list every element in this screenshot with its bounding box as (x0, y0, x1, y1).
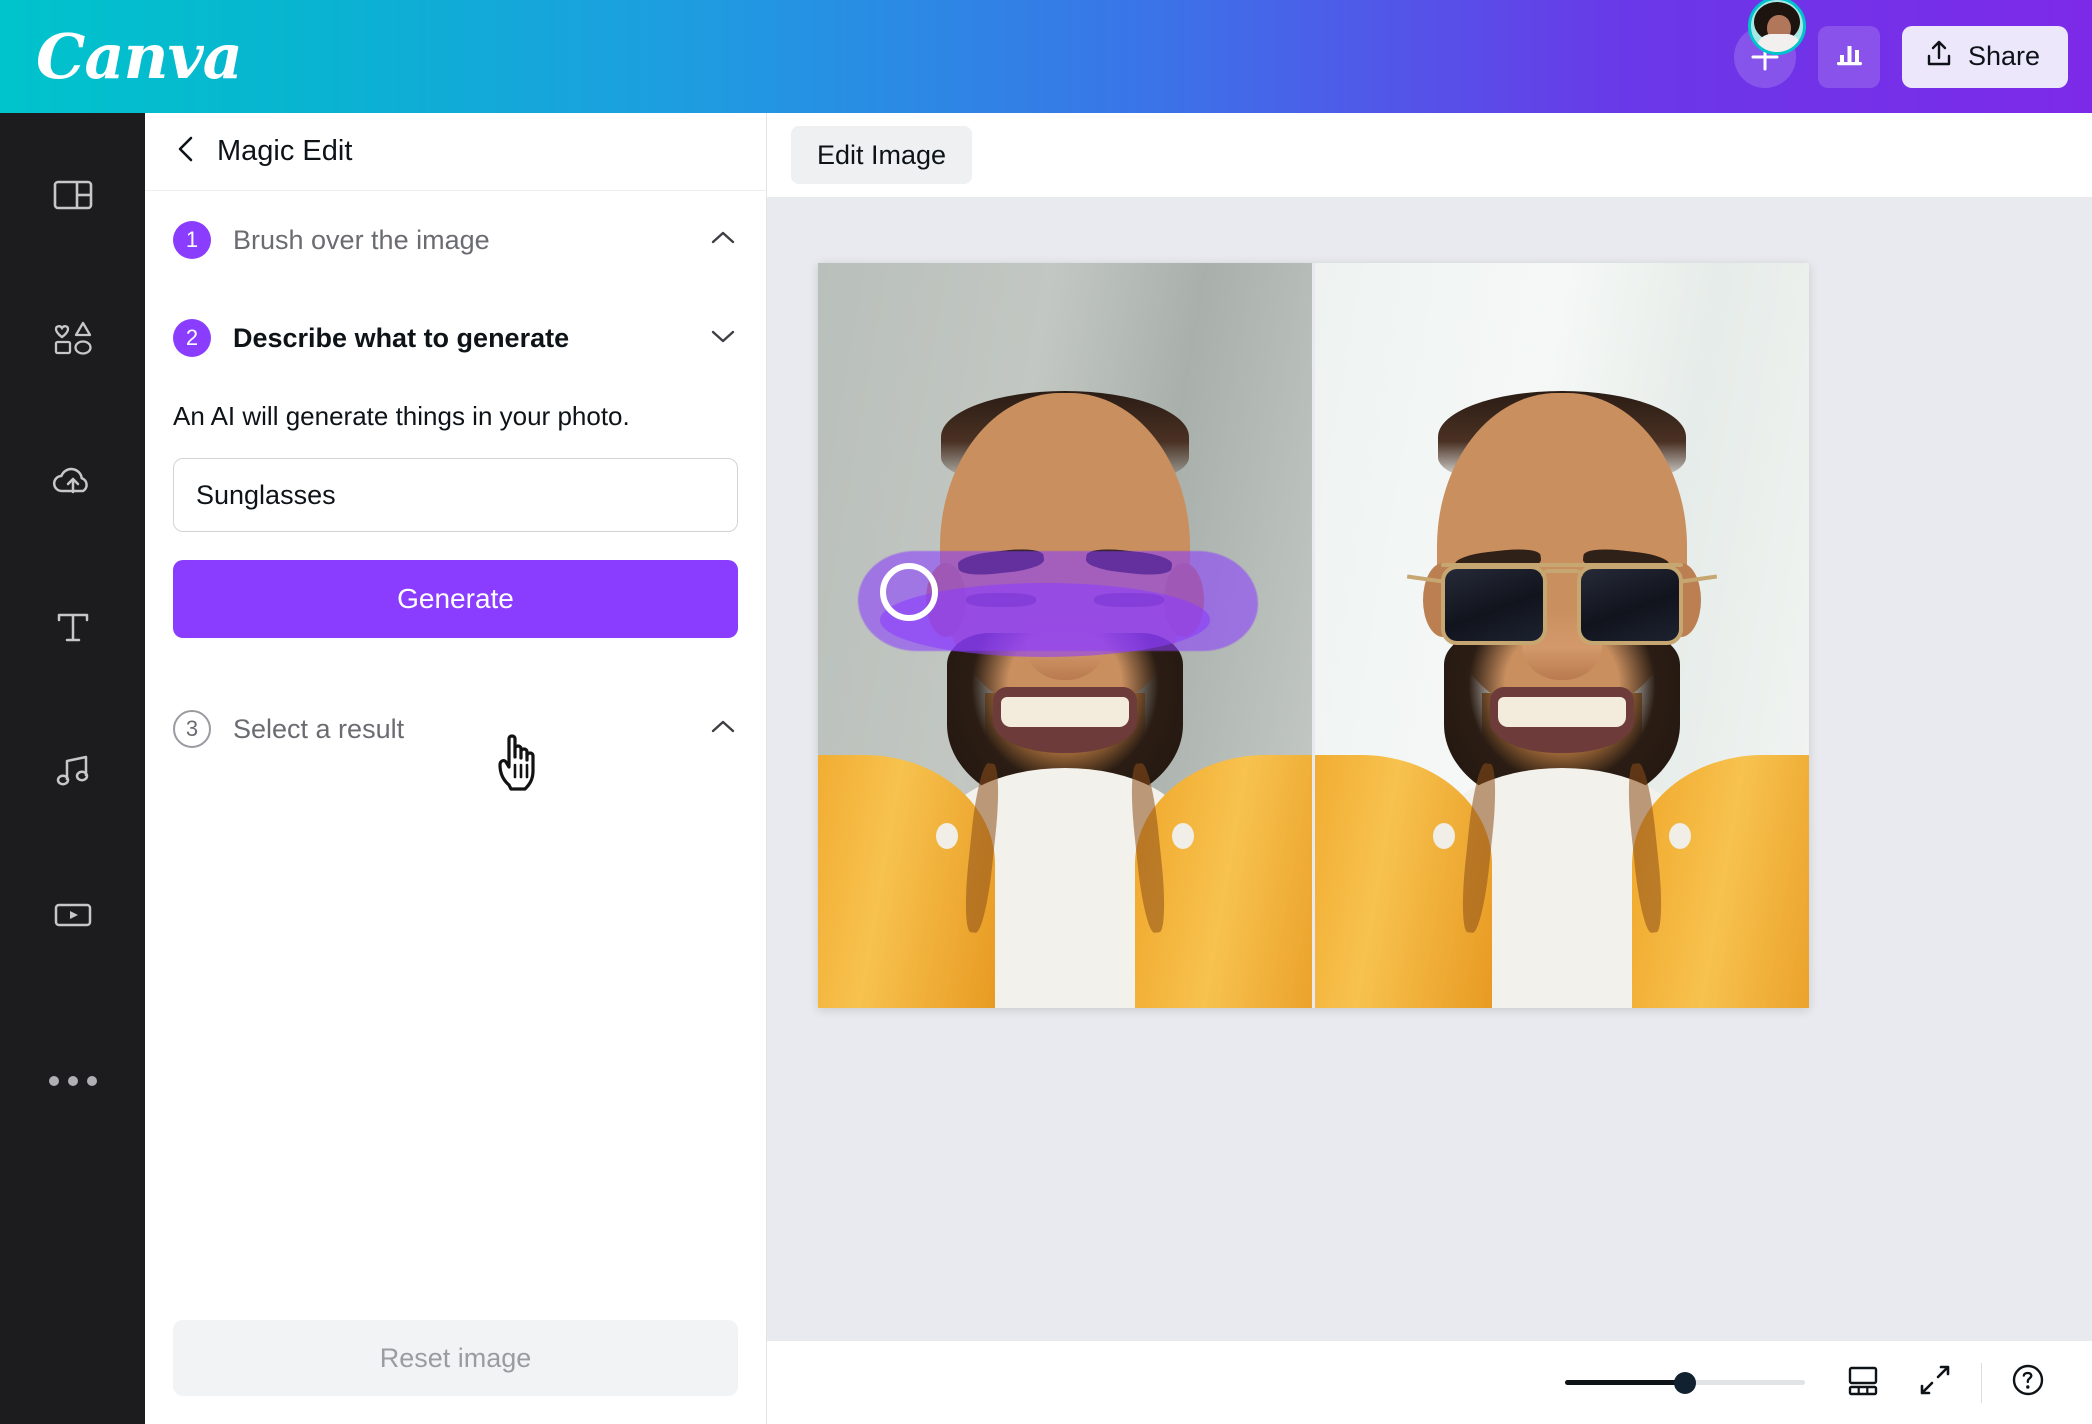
expand-arrows-icon (1917, 1362, 1953, 1403)
insights-button[interactable] (1817, 25, 1880, 88)
header-actions: Share (1733, 0, 2092, 88)
page-title: Magic Edit (217, 135, 353, 167)
step-2-label: Describe what to generate (233, 322, 570, 353)
shapes-icon (50, 316, 96, 367)
three-dots-icon (48, 1076, 97, 1086)
result-photo[interactable] (1315, 263, 1809, 1008)
step-describe-what-to-generate[interactable]: 2 Describe what to generate (173, 289, 738, 387)
pointing-hand-cursor (491, 727, 549, 800)
teeth (1498, 697, 1626, 727)
jacket-button-left (936, 823, 958, 849)
chevron-left-icon[interactable] (173, 134, 199, 169)
canva-editor: Canva Share Magic Edit 1 Brush over the … (0, 0, 2092, 1424)
panel-header[interactable]: Magic Edit (145, 113, 766, 191)
canvas-bottom-bar (767, 1340, 2092, 1424)
mouth (1490, 687, 1634, 753)
share-button[interactable]: Share (1901, 25, 2068, 88)
step-3-badge: 3 (173, 710, 211, 748)
video-play-icon (50, 892, 96, 943)
step-1-label: Brush over the image (233, 224, 490, 255)
upload-icon (1924, 39, 1954, 74)
sidebar-item-videos[interactable] (27, 871, 119, 963)
canvas-toolbar: Edit Image (767, 113, 2092, 198)
sunglasses-bridge (1541, 569, 1583, 585)
chevron-down-icon[interactable] (708, 326, 738, 351)
zoom-fill (1565, 1380, 1685, 1385)
divider (1981, 1362, 1982, 1403)
zoom-thumb[interactable] (1674, 1371, 1696, 1394)
step-2-badge: 2 (173, 319, 211, 357)
sidebar-item-text[interactable] (27, 583, 119, 675)
layout-icon (50, 172, 96, 223)
step-3-wrapper: 3 Select a result (173, 680, 738, 778)
jacket-button-right (1172, 823, 1194, 849)
zoom-slider[interactable] (1565, 1368, 1805, 1398)
magic-edit-panel: Magic Edit 1 Brush over the image 2 Desc… (145, 113, 767, 1424)
panel-footer: Reset image (145, 1320, 766, 1424)
reset-image-button[interactable]: Reset image (173, 1320, 738, 1396)
canvas-stage[interactable] (767, 198, 2092, 1340)
top-header: Canva Share (0, 0, 2092, 113)
sidebar-item-more[interactable] (27, 1035, 119, 1127)
panel-body: 1 Brush over the image 2 Describe what t… (145, 191, 766, 1320)
step-1-badge: 1 (173, 221, 211, 259)
step-3-label: Select a result (233, 713, 405, 744)
sidebar-item-elements[interactable] (27, 295, 119, 387)
original-photo[interactable] (818, 263, 1312, 1008)
step-brush-over-image[interactable]: 1 Brush over the image (173, 191, 738, 289)
mouth (993, 687, 1137, 753)
avatar[interactable] (1747, 0, 1806, 55)
collaborators (1733, 0, 1806, 88)
sidebar-item-design[interactable] (27, 151, 119, 243)
question-mark-icon (2009, 1361, 2047, 1404)
sunglasses-lens-right (1577, 565, 1683, 645)
generate-helper-text: An AI will generate things in your photo… (173, 401, 630, 431)
chevron-up-icon[interactable] (708, 717, 738, 742)
prompt-input[interactable] (173, 458, 738, 532)
share-label: Share (1967, 41, 2040, 71)
canva-logo[interactable]: Canva (36, 25, 243, 88)
image-comparison (818, 263, 1809, 1008)
step-select-a-result[interactable]: 3 Select a result (173, 680, 738, 778)
generate-button[interactable]: Generate (173, 560, 738, 638)
pages-grid-icon (1844, 1361, 1882, 1404)
sidebar-item-audio[interactable] (27, 727, 119, 819)
canvas-area: Edit Image (767, 113, 2092, 1424)
teeth (1001, 697, 1129, 727)
chevron-up-icon[interactable] (708, 228, 738, 253)
jacket-button-left (1433, 823, 1455, 849)
help-button[interactable] (1996, 1351, 2060, 1415)
edit-image-button[interactable]: Edit Image (791, 126, 973, 184)
text-t-icon (50, 604, 96, 655)
bar-chart-icon (1833, 38, 1865, 75)
fullscreen-button[interactable] (1903, 1351, 1967, 1415)
jacket-button-right (1669, 823, 1691, 849)
sidebar-item-uploads[interactable] (27, 439, 119, 531)
round-brush-cursor (880, 563, 938, 621)
avatar-body (1756, 33, 1801, 52)
pages-grid-button[interactable] (1831, 1351, 1895, 1415)
sunglasses-lens-left (1441, 565, 1547, 645)
cloud-upload-icon (49, 459, 97, 512)
music-note-icon (50, 748, 96, 799)
left-rail (0, 113, 145, 1424)
